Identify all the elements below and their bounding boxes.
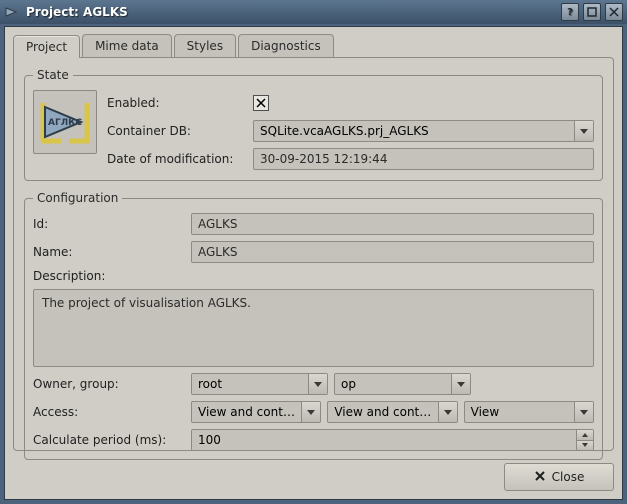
close-button-label: Close — [552, 470, 585, 484]
date-modification-value: 30-09-2015 12:19:44 — [253, 148, 594, 170]
titlebar: Project: AGLKS ? — [0, 0, 627, 24]
owner-group-label: Owner, group: — [33, 377, 183, 391]
enabled-checkbox[interactable] — [253, 95, 269, 111]
access-other-combo[interactable]: View — [464, 401, 594, 423]
owner-combo[interactable]: root — [191, 373, 328, 395]
dialog-footer: Close — [13, 463, 614, 491]
app-icon — [4, 4, 20, 20]
container-db-label: Container DB: — [107, 124, 247, 138]
chevron-down-icon — [574, 121, 593, 141]
tab-mime-data[interactable]: Mime data — [82, 34, 172, 57]
tab-diagnostics[interactable]: Diagnostics — [238, 34, 334, 57]
tab-label: Mime data — [95, 39, 159, 53]
date-modification-label: Date of modification: — [107, 152, 247, 166]
calc-period-label: Calculate period (ms): — [33, 433, 183, 447]
group-state: State АГЛКС Enabled: — [24, 68, 603, 181]
client-area: Project Mime data Styles Diagnostics Sta… — [4, 26, 623, 500]
shade-button[interactable] — [583, 3, 601, 21]
help-button[interactable]: ? — [561, 3, 579, 21]
tab-body-project: State АГЛКС Enabled: — [13, 57, 614, 451]
configuration-legend: Configuration — [33, 191, 122, 205]
id-value: AGLKS — [191, 213, 594, 235]
window-title: Project: AGLKS — [26, 5, 128, 19]
chevron-down-icon — [574, 402, 593, 422]
tab-bar: Project Mime data Styles Diagnostics — [13, 33, 614, 57]
chevron-down-icon — [451, 374, 470, 394]
id-label: Id: — [33, 217, 183, 231]
spin-up-button[interactable] — [577, 430, 593, 441]
state-legend: State — [33, 68, 73, 82]
tab-styles[interactable]: Styles — [174, 34, 236, 57]
access-owner-combo[interactable]: View and control — [191, 401, 321, 423]
container-db-value: SQLite.vcaAGLKS.prj_AGLKS — [254, 124, 574, 138]
chevron-down-icon — [308, 374, 327, 394]
project-icon-text: АГЛКС — [48, 118, 83, 128]
tab-project[interactable]: Project — [13, 35, 80, 58]
name-label: Name: — [33, 245, 183, 259]
chevron-down-icon — [438, 402, 457, 422]
spin-down-button[interactable] — [577, 441, 593, 451]
chevron-down-icon — [301, 402, 320, 422]
access-group-combo[interactable]: View and control — [327, 401, 457, 423]
group-configuration: Configuration Id: AGLKS Name: AGLKS Desc… — [24, 191, 603, 460]
tab-label: Diagnostics — [251, 39, 321, 53]
calc-period-value: 100 — [192, 430, 576, 450]
project-icon[interactable]: АГЛКС — [33, 90, 97, 154]
tab-label: Styles — [187, 39, 223, 53]
container-db-combo[interactable]: SQLite.vcaAGLKS.prj_AGLKS — [253, 120, 594, 142]
window-root: Project: AGLKS ? Project Mime data Style… — [0, 0, 627, 504]
close-icon — [534, 470, 546, 485]
enabled-label: Enabled: — [107, 96, 247, 110]
access-label: Access: — [33, 405, 183, 419]
tab-label: Project — [26, 40, 67, 54]
calc-period-spinbox[interactable]: 100 — [191, 429, 594, 451]
description-textarea[interactable]: The project of visualisation AGLKS. — [33, 289, 594, 367]
close-button[interactable]: Close — [504, 463, 614, 491]
group-combo[interactable]: op — [334, 373, 471, 395]
close-window-button[interactable] — [605, 3, 623, 21]
description-label: Description: — [33, 269, 594, 283]
name-input[interactable]: AGLKS — [191, 241, 594, 263]
